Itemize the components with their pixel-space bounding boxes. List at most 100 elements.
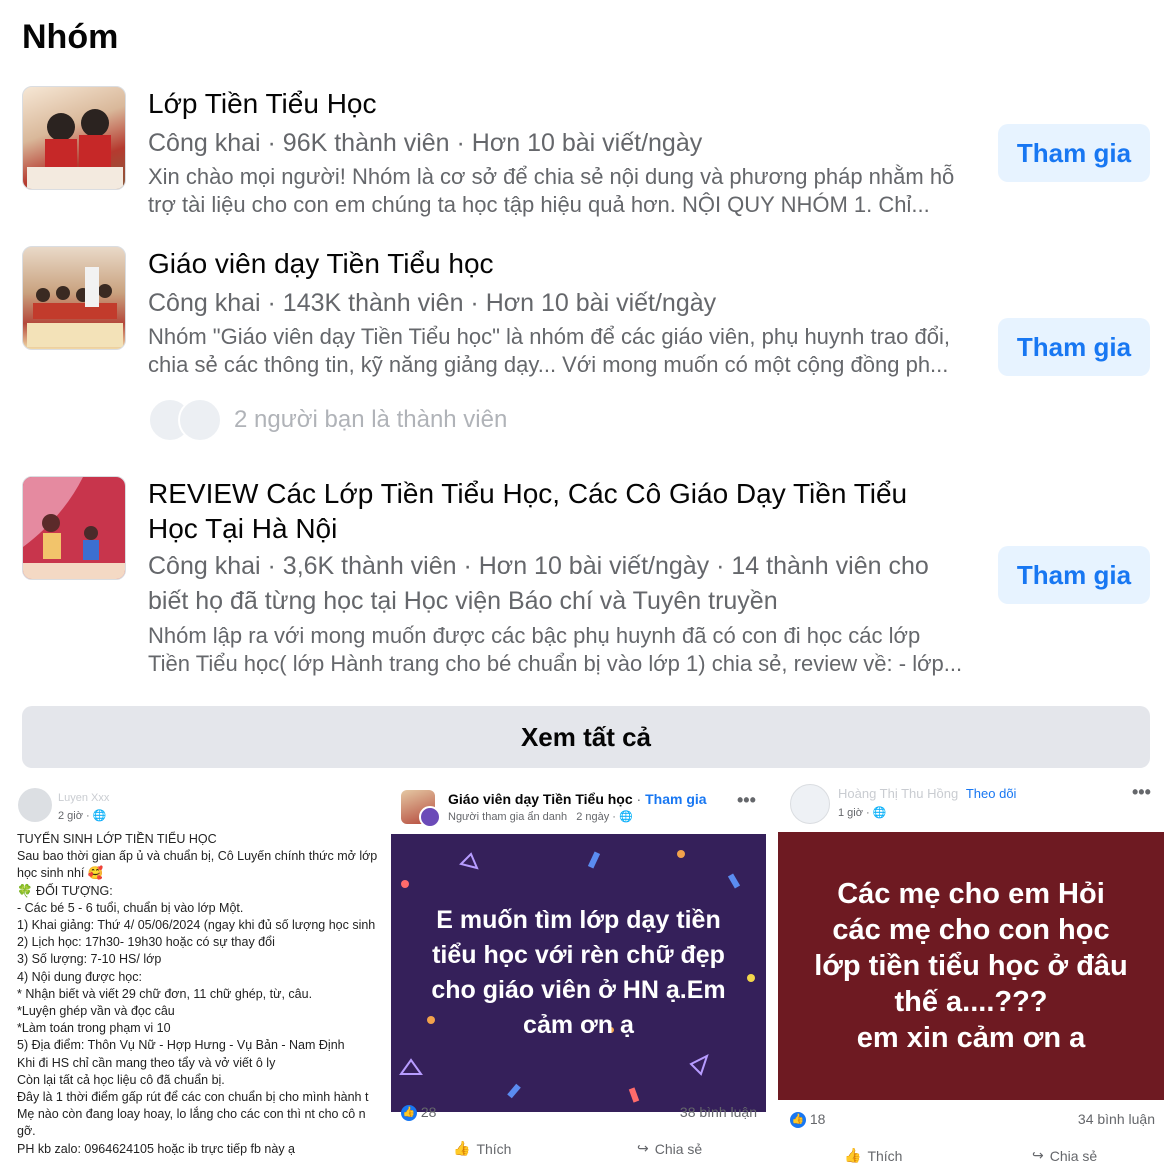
join-button[interactable]: Tham gia [998, 318, 1150, 376]
group-name[interactable]: REVIEW Các Lớp Tiền Tiểu Học, Các Cô Giá… [148, 476, 948, 512]
globe-icon: 🌐 [92, 810, 107, 822]
group-description: Tiền Tiểu học( lớp Hành trang cho bé chu… [148, 651, 963, 676]
comments-count[interactable]: 34 bình luận [1078, 1111, 1155, 1127]
like-icon: 👍 [790, 1112, 806, 1129]
share-button[interactable]: ↪ Chia sẻ [637, 1140, 702, 1157]
share-label: Chia sẻ [654, 1140, 703, 1157]
post-time: 1 giờ · 🌐 [838, 806, 886, 819]
banner-line: em xin cảm ơn a [856, 1022, 1086, 1054]
reactions-count[interactable]: 👍 18 [790, 1111, 826, 1129]
post-text-line: 2) Lịch học: 17h30- 19h30 hoặc có sự tha… [17, 935, 275, 950]
banner-line: thế a....??? [894, 986, 1048, 1018]
group-description: Xin chào mọi người! Nhóm là cơ sở để chi… [148, 164, 955, 189]
group-name[interactable]: Lớp Tiền Tiểu Học [148, 86, 948, 122]
group-item[interactable]: Lớp Tiền Tiểu Học Công khai · 96K thành … [22, 86, 1152, 217]
group-thumbnail[interactable] [22, 86, 126, 190]
see-all-button[interactable]: Xem tất cả [22, 706, 1150, 768]
post-time: 2 ngày · [576, 811, 620, 823]
more-options-icon[interactable]: ••• [737, 790, 756, 811]
follow-link[interactable]: Theo dõi [966, 786, 1017, 801]
join-button[interactable]: Tham gia [998, 546, 1150, 604]
post-text: TUYỂN SINH LỚP TIỀN TIỂU HỌC Sau bao thời… [17, 831, 388, 1158]
globe-icon: 🌐 [619, 811, 633, 823]
group-thumbnail[interactable] [22, 476, 126, 580]
banner-line: Các mẹ cho em Hỏi [837, 878, 1105, 910]
author-name[interactable]: Luyen Xxx [58, 792, 109, 804]
thumbs-up-icon: 👍 [453, 1140, 471, 1156]
author-avatar[interactable] [18, 788, 52, 822]
post-time: 2 giờ · 🌐 [58, 809, 106, 822]
more-options-icon[interactable]: ••• [1132, 782, 1151, 803]
share-icon: ↪ [1032, 1147, 1044, 1163]
group-description: Nhóm lập ra với mong muốn được các bậc p… [148, 623, 921, 648]
post-text-line: Sau bao thời gian ấp ủ và chuẩn bị, Cô L… [17, 849, 378, 864]
group-description: chia sẻ các thông tin, kỹ năng giảng dạy… [148, 352, 949, 377]
likes-count: 18 [809, 1111, 826, 1127]
like-button[interactable]: 👍 Thích [844, 1147, 902, 1164]
like-label: Thích [476, 1140, 512, 1157]
banner-line: lớp tiền tiểu học ở đâu [814, 950, 1128, 982]
group-meta: Công khai · 3,6K thành viên · Hơn 10 bài… [148, 552, 929, 580]
mutual-friends-label: 2 người bạn là thành viên [234, 406, 508, 433]
group-thumbnail[interactable] [22, 246, 126, 350]
post-header: Hoàng Thị Thu Hồng Theo dõi [838, 786, 1016, 801]
group-link[interactable]: Giáo viên dạy Tiền Tiểu học [448, 791, 633, 807]
post-text-line: Khi đi HS chỉ cần mang theo tẩy và vở vi… [17, 1055, 276, 1070]
reactions-count[interactable]: 👍 28 [401, 1104, 437, 1122]
post-banner[interactable]: Các mẹ cho em Hỏi các mẹ cho con học lớp… [778, 832, 1164, 1100]
post-header: Giáo viên dạy Tiền Tiểu học · Tham gia [448, 791, 707, 807]
post-text-line: 4) Nội dung được học: [17, 969, 142, 984]
post-text-line: gỡ. [17, 1124, 36, 1139]
share-button[interactable]: ↪ Chia sẻ [1032, 1147, 1097, 1164]
friend-avatar [178, 398, 222, 442]
likes-count: 28 [420, 1104, 437, 1120]
mutual-friends: 2 người bạn là thành viên [148, 398, 507, 442]
post-time-label: 2 giờ · [58, 810, 93, 822]
group-meta: Công khai · 96K thành viên · Hơn 10 bài … [148, 129, 703, 157]
section-title: Nhóm [22, 18, 119, 56]
join-button[interactable]: Tham gia [998, 124, 1150, 182]
author-avatar[interactable] [790, 784, 830, 824]
group-item[interactable]: REVIEW Các Lớp Tiền Tiểu Học, Các Cô Giá… [22, 476, 1152, 686]
author-name: Người tham gia ẩn danh [448, 811, 568, 823]
group-name-continued[interactable]: Học Tại Hà Nội [148, 511, 948, 547]
post-text-line: 1) Khai giảng: Thứ 4/ 05/06/2024 (ngay k… [17, 918, 376, 933]
like-label: Thích [867, 1147, 903, 1164]
anonymous-icon [419, 806, 441, 828]
comments-count[interactable]: 38 bình luận [680, 1104, 757, 1120]
share-icon: ↪ [637, 1140, 649, 1156]
post-text-line: *Luyện ghép vần và đọc câu [17, 1004, 175, 1019]
post-text-line: * Nhận biết và viết 29 chữ đơn, 11 chữ g… [17, 986, 313, 1001]
group-meta: Công khai · 143K thành viên · Hơn 10 bài… [148, 289, 717, 317]
like-icon: 👍 [401, 1105, 417, 1122]
post-banner[interactable]: E muốn tìm lớp dạy tiền tiểu học với rèn… [391, 834, 766, 1112]
banner-line: các mẹ cho con học [832, 914, 1110, 946]
like-button[interactable]: 👍 Thích [453, 1140, 511, 1157]
globe-icon: 🌐 [872, 807, 887, 819]
post-text-line: Còn lại tất cả học liệu cô đã chuẩn bị. [17, 1072, 225, 1087]
post-text-line: học sinh nhí 🥰 [17, 866, 104, 881]
thumbs-up-icon: 👍 [844, 1147, 862, 1163]
group-meta: biết họ đã từng học tại Học viện Báo chí… [148, 587, 778, 615]
post-text-line: PH kb zalo: 0964624105 hoặc ib trực tiếp… [17, 1141, 295, 1156]
post-text-line: 🍀 ĐỐI TƯỢNG: [17, 883, 113, 898]
post-text-line: *Làm toán trong phạm vi 10 [17, 1021, 171, 1036]
share-label: Chia sẻ [1049, 1147, 1098, 1164]
group-name[interactable]: Giáo viên dạy Tiền Tiểu học [148, 246, 948, 282]
author-name[interactable]: Hoàng Thị Thu Hồng [838, 786, 958, 801]
banner-text: E muốn tìm lớp dạy tiền tiểu học với rèn… [431, 906, 726, 1039]
post-text-line: Đây là 1 thời điểm gấp rút để các con ch… [17, 1090, 369, 1105]
post-text-line: 3) Số lượng: 7-10 HS/ lớp [17, 952, 162, 967]
group-description: Nhóm "Giáo viên dạy Tiền Tiểu học" là nh… [148, 324, 950, 349]
post-card: Hoàng Thị Thu Hồng Theo dõi 1 giờ · 🌐 ••… [778, 776, 1169, 1167]
post-text-line: Mẹ nào còn đang loay hoay, lo lắng cho c… [17, 1107, 366, 1122]
post-text-line: 5) Địa điểm: Thôn Vụ Nữ - Hợp Hưng - Vụ … [17, 1038, 345, 1053]
group-description: trợ tài liệu cho con em chúng ta học tập… [148, 192, 930, 217]
post-text-line: - Các bé 5 - 6 tuổi, chuẩn bị vào lớp Mộ… [17, 900, 244, 915]
post-card: Giáo viên dạy Tiền Tiểu học · Tham gia •… [391, 782, 775, 1167]
join-link[interactable]: Tham gia [645, 791, 706, 807]
post-card: Luyen Xxx 2 giờ · 🌐 TUYỂN SINH LỚP TIỀN … [0, 778, 388, 1167]
post-subheader: Người tham gia ẩn danh 2 ngày · 🌐 [448, 810, 633, 823]
post-time-label: 1 giờ · [838, 807, 873, 819]
post-text-line: TUYỂN SINH LỚP TIỀN TIỂU HỌC [17, 832, 217, 846]
